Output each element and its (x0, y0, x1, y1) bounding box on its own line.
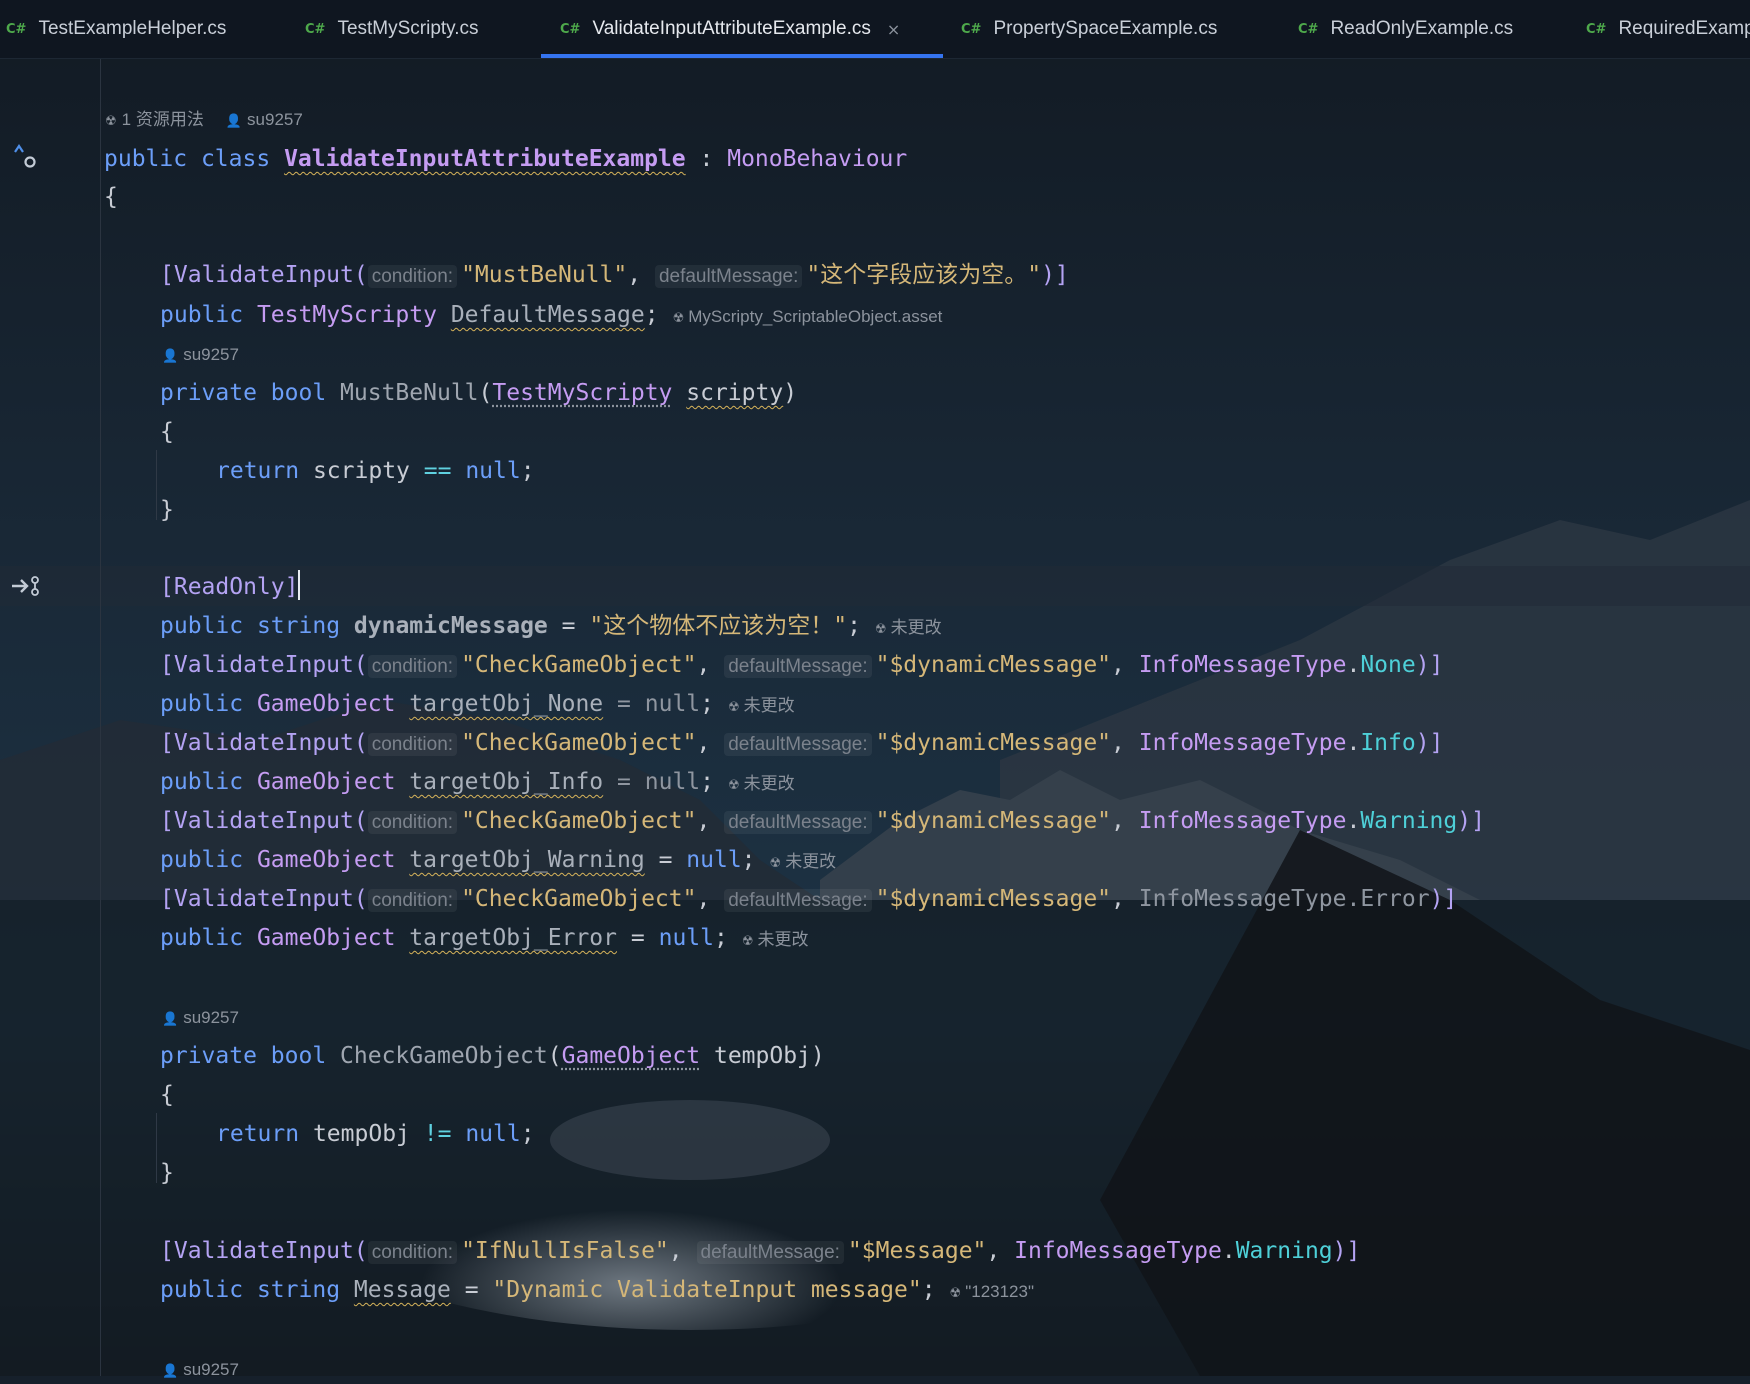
code-line-class-declaration[interactable]: public class ValidateInputAttributeExamp… (104, 140, 907, 178)
csharp-file-icon: C# (305, 21, 326, 37)
unchanged-hint[interactable]: ☢ 未更改 (742, 930, 809, 949)
tab-read-only-example[interactable]: C# ReadOnlyExample.cs (1298, 0, 1513, 58)
user-icon: 👤 (162, 349, 179, 364)
csharp-file-icon: C# (560, 21, 581, 37)
code-line-attribute-if-null-is-false[interactable]: [ValidateInput(condition: "IfNullIsFalse"… (160, 1232, 1360, 1270)
code-line-message-field[interactable]: public string Message = "Dynamic Validat… (160, 1271, 1034, 1309)
code-line-attribute-info[interactable]: [ValidateInput(condition: "CheckGameObjec… (160, 724, 1443, 762)
code-line-read-only-attribute[interactable]: [ReadOnly] (160, 568, 301, 606)
navigate-arrow-icon[interactable] (10, 572, 42, 604)
active-tab-indicator (541, 54, 943, 58)
code-line-target-error-field[interactable]: public GameObject targetObj_Error = null… (160, 919, 809, 957)
code-line-attribute-must-be-null[interactable]: [ValidateInput(condition: "MustBeNull", d… (160, 256, 1069, 294)
user-icon: 👤 (162, 1364, 179, 1379)
gutter-separator (100, 58, 101, 1376)
text-caret (298, 570, 301, 600)
unchanged-hint[interactable]: ☢ 未更改 (770, 852, 837, 871)
tab-test-example-helper[interactable]: C# TestExampleHelper.cs (6, 0, 226, 58)
code-line-brace[interactable]: { (104, 178, 118, 216)
code-line-target-none-field[interactable]: public GameObject targetObj_None = null;… (160, 685, 795, 723)
code-line-brace[interactable]: } (160, 491, 174, 529)
code-line-attribute-error[interactable]: [ValidateInput(condition: "CheckGameObjec… (160, 880, 1457, 918)
unity-asset-icon: ☢ (728, 700, 740, 715)
code-line-attribute-warning[interactable]: [ValidateInput(condition: "CheckGameObjec… (160, 802, 1485, 840)
author-hint[interactable]: 👤 su9257 (162, 1006, 239, 1032)
unity-asset-icon: ☢ (769, 856, 782, 871)
code-line-dynamic-message-field[interactable]: public string dynamicMessage = "这个物体不应该为… (160, 607, 942, 645)
tab-label: TestMyScripty.cs (337, 18, 479, 39)
asset-reference-hint[interactable]: ☢ MyScripty_ScriptableObject.asset (673, 307, 943, 326)
code-line-attribute-none[interactable]: [ValidateInput(condition: "CheckGameObjec… (160, 646, 1443, 684)
unity-asset-icon: ☢ (672, 311, 685, 326)
editor-tab-bar: C# TestExampleHelper.cs C# TestMyScripty… (0, 0, 1750, 59)
tab-label: RequiredExamp (1618, 18, 1750, 39)
code-line-brace[interactable]: { (160, 413, 174, 451)
code-line-return-temp-obj[interactable]: return tempObj != null; (216, 1115, 535, 1153)
close-tab-icon[interactable]: × (887, 20, 900, 39)
code-line-brace[interactable]: } (160, 1154, 174, 1192)
unchanged-hint[interactable]: ☢ 未更改 (875, 618, 942, 637)
unchanged-hint[interactable]: ☢ 未更改 (728, 774, 795, 793)
unity-asset-icon: ☢ (874, 622, 887, 637)
unity-asset-icon: ☢ (105, 114, 117, 129)
class-usage-hint[interactable]: ☢ 1 资源用法 👤 su9257 (105, 108, 303, 134)
csharp-file-icon: C# (1298, 21, 1319, 37)
unchanged-hint[interactable]: ☢ 未更改 (728, 696, 795, 715)
indent-guide (156, 1113, 157, 1183)
tab-label: TestExampleHelper.cs (38, 18, 227, 39)
code-line-target-info-field[interactable]: public GameObject targetObj_Info = null;… (160, 763, 795, 801)
csharp-file-icon: C# (961, 21, 982, 37)
author-hint[interactable]: 👤 su9257 (162, 343, 239, 369)
code-line-target-warning-field[interactable]: public GameObject targetObj_Warning = nu… (160, 841, 836, 879)
code-line-return-scripty[interactable]: return scripty == null; (216, 452, 535, 490)
tab-label: ValidateInputAttributeExample.cs (592, 18, 871, 39)
csharp-file-icon: C# (1586, 21, 1607, 37)
tab-property-space-example[interactable]: C# PropertySpaceExample.cs (961, 0, 1217, 58)
unity-asset-icon: ☢ (741, 934, 754, 949)
user-icon: 👤 (162, 1012, 179, 1027)
author-hint[interactable]: 👤 su9257 (162, 1358, 239, 1384)
tab-validate-input-attribute-example[interactable]: C# ValidateInputAttributeExample.cs × (560, 0, 900, 58)
indent-guide (156, 450, 157, 520)
code-line-brace[interactable]: { (160, 1076, 174, 1114)
tab-required-example[interactable]: C# RequiredExamp (1586, 0, 1750, 58)
implements-interface-icon[interactable] (12, 142, 38, 177)
tab-label: ReadOnlyExample.cs (1330, 18, 1514, 39)
serialized-value-hint[interactable]: ☢ "123123" (950, 1282, 1034, 1301)
code-line-default-message-field[interactable]: public TestMyScripty DefaultMessage; ☢ MyS… (160, 296, 942, 334)
code-line-must-be-null-method[interactable]: private bool MustBeNull(TestMyScripty sc… (160, 374, 797, 412)
unity-asset-icon: ☢ (949, 1286, 962, 1301)
unity-asset-icon: ☢ (728, 778, 740, 793)
user-icon: 👤 (225, 114, 243, 129)
code-line-check-game-object-method[interactable]: private bool CheckGameObject(GameObject … (160, 1037, 825, 1075)
csharp-file-icon: C# (6, 21, 27, 37)
tab-test-my-scripty[interactable]: C# TestMyScripty.cs (305, 0, 479, 58)
tab-label: PropertySpaceExample.cs (993, 18, 1218, 39)
